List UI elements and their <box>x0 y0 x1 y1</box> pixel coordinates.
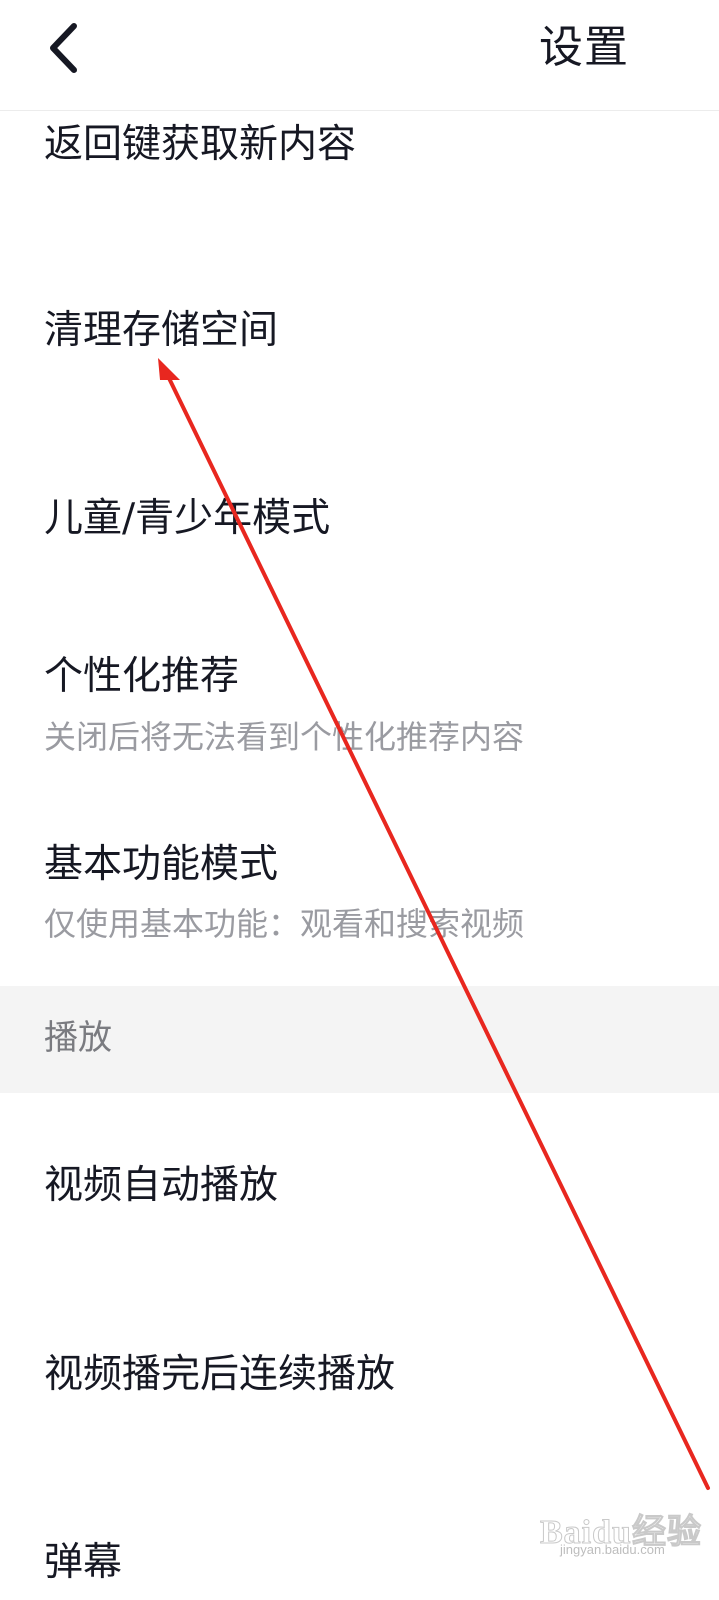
setting-item-video-autoplay[interactable]: 视频自动播放 <box>0 1093 719 1280</box>
setting-item-label: 返回键获取新内容 <box>44 122 357 167</box>
setting-item-back-key-refresh[interactable]: 返回键获取新内容 <box>0 110 719 260</box>
setting-item-label: 儿童/青少年模式 <box>44 496 331 541</box>
back-button[interactable] <box>36 20 96 80</box>
setting-item-label: 视频播完后连续播放 <box>44 1352 396 1397</box>
setting-item-label: 弹幕 <box>44 1540 123 1585</box>
baidu-jingyan-watermark: Baidu经验 jingyan.baidu.com <box>540 1494 710 1564</box>
section-header-playback: 播放 <box>0 986 719 1093</box>
setting-item-description: 仅使用基本功能：观看和搜索视频 <box>44 905 525 943</box>
chevron-left-icon <box>50 23 77 73</box>
top-bar: 设置 <box>0 0 719 111</box>
setting-item-kids-teen-mode[interactable]: 儿童/青少年模式 <box>0 450 719 620</box>
watermark-url: jingyan.baidu.com <box>560 1542 665 1557</box>
setting-item-label: 基本功能模式 <box>44 842 279 887</box>
setting-item-personalized-recommendation[interactable]: 个性化推荐 关闭后将无法看到个性化推荐内容 <box>0 620 719 800</box>
setting-item-basic-mode[interactable]: 基本功能模式 仅使用基本功能：观看和搜索视频 <box>0 800 719 986</box>
section-title: 播放 <box>44 1018 112 1058</box>
page-title: 设置 <box>539 22 629 73</box>
setting-item-label: 个性化推荐 <box>44 654 240 699</box>
setting-item-clear-storage[interactable]: 清理存储空间 <box>0 260 719 450</box>
setting-item-continuous-play[interactable]: 视频播完后连续播放 <box>0 1280 719 1470</box>
setting-item-label: 视频自动播放 <box>44 1163 279 1208</box>
setting-item-label: 清理存储空间 <box>44 308 279 353</box>
setting-item-description: 关闭后将无法看到个性化推荐内容 <box>44 718 525 756</box>
